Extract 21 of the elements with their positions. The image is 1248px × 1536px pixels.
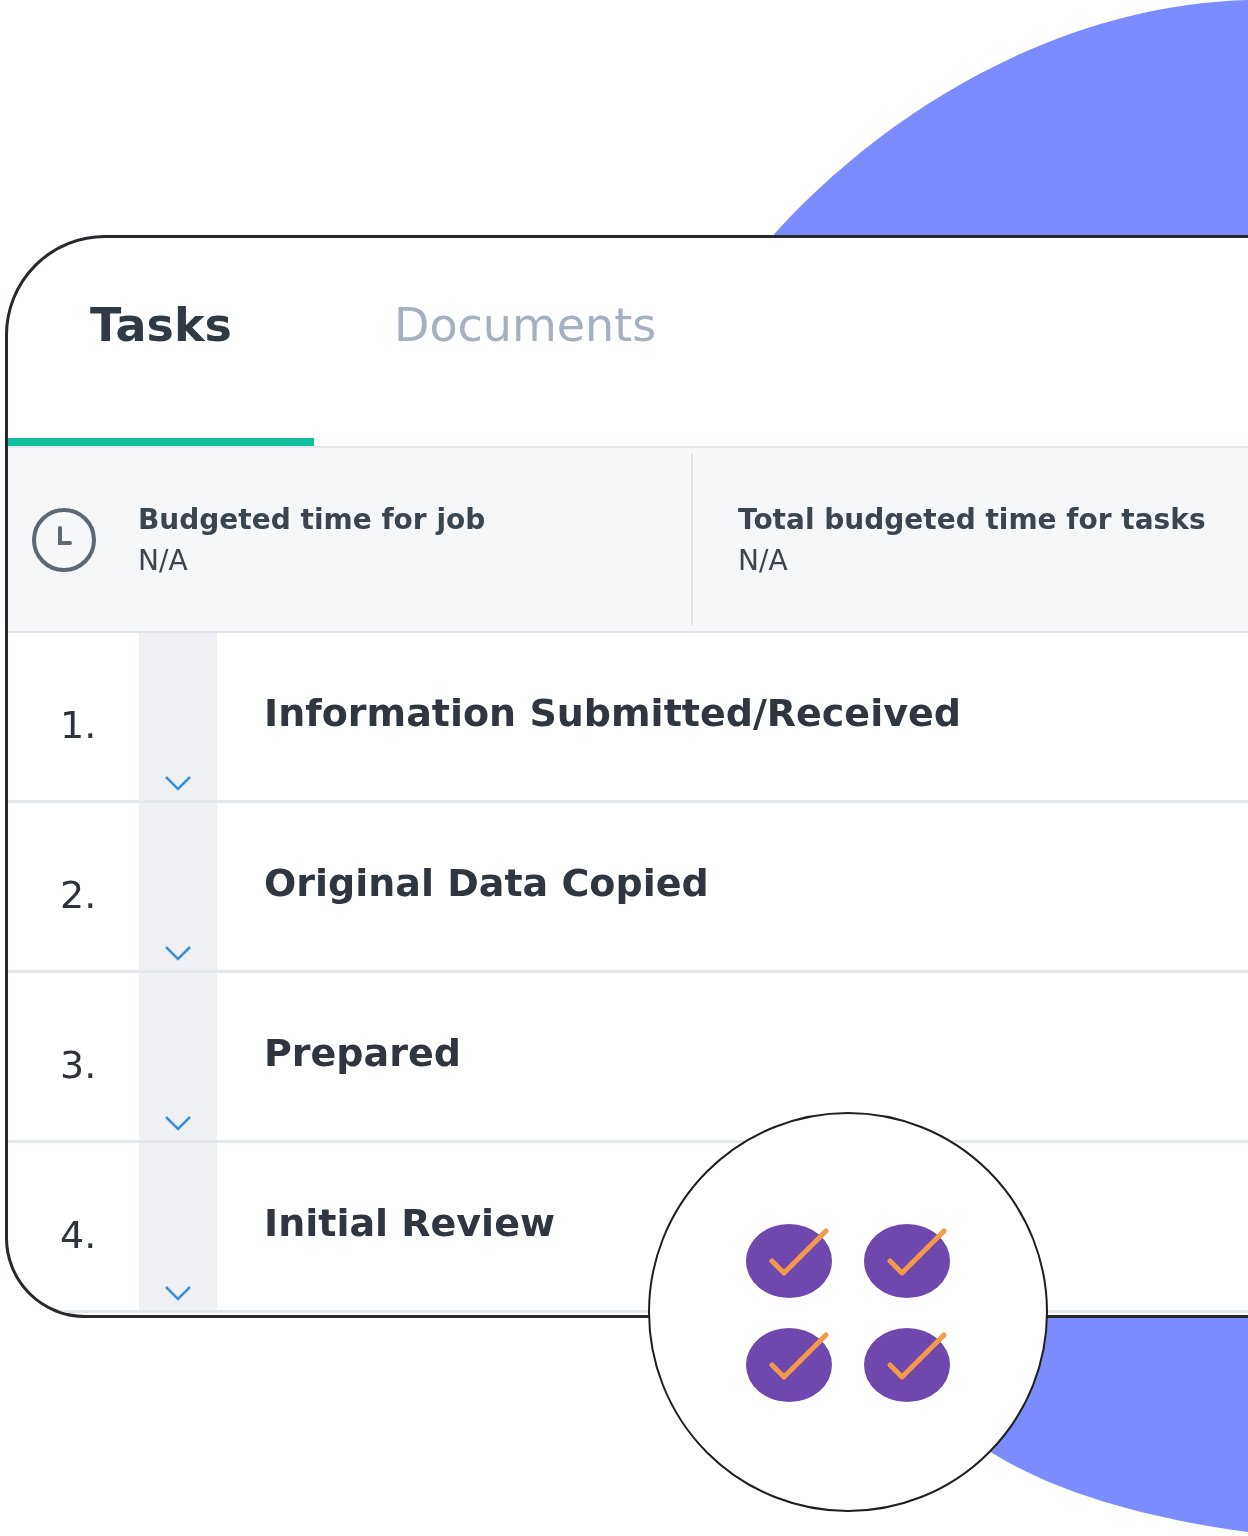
check-circle-icon [864, 1325, 950, 1403]
chevron-down-icon[interactable] [164, 1114, 192, 1132]
clock-icon [30, 505, 98, 574]
task-number: 2. [59, 872, 98, 919]
chevron-down-icon[interactable] [164, 1284, 192, 1302]
chevron-down-icon[interactable] [164, 774, 192, 792]
task-title: Prepared [263, 1030, 461, 1077]
chevron-down-icon[interactable] [164, 944, 192, 962]
check-circle-icon [746, 1325, 832, 1403]
task-title: Original Data Copied [263, 860, 709, 907]
check-circle-icon [746, 1221, 832, 1299]
budget-label: Total budgeted time for tasks [738, 502, 1206, 536]
budget-value: N/A [738, 543, 789, 577]
task-title: Initial Review [263, 1200, 555, 1247]
task-number: 1. [59, 702, 98, 749]
budget-label: Budgeted time for job [138, 502, 486, 536]
budget-value: N/A [138, 543, 189, 577]
check-circle-icon [864, 1221, 950, 1299]
task-number: 3. [59, 1042, 98, 1089]
task-number: 4. [59, 1212, 98, 1259]
task-title: Information Submitted/Received [263, 690, 961, 737]
